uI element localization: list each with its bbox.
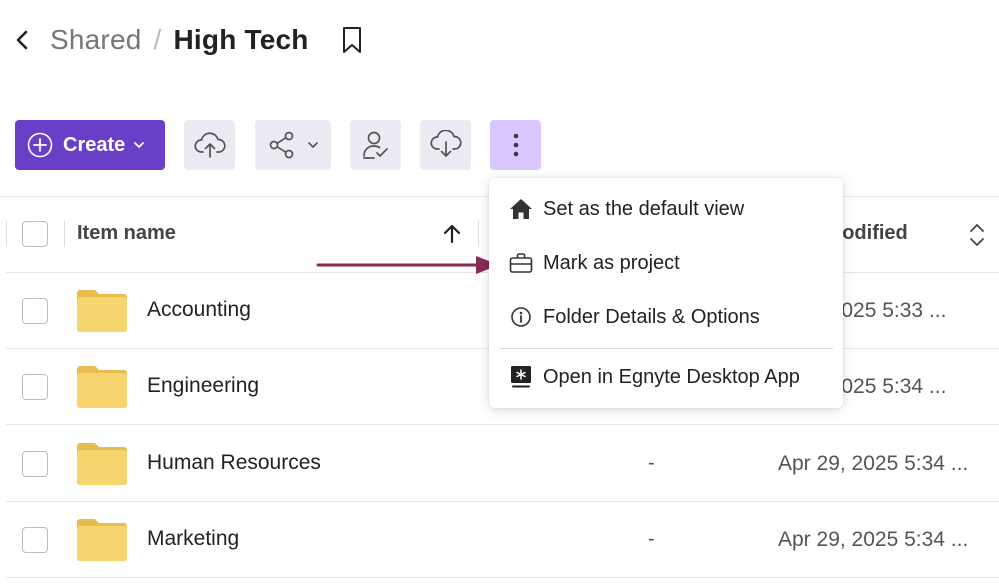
chevron-left-icon xyxy=(16,30,28,50)
sort-ascending-button[interactable] xyxy=(440,222,464,246)
breadcrumb-separator: / xyxy=(153,24,162,55)
folder-icon xyxy=(77,366,127,408)
more-options-button[interactable] xyxy=(490,120,541,170)
folder-icon xyxy=(77,443,127,485)
item-size: - xyxy=(648,452,655,474)
download-button[interactable] xyxy=(420,120,471,170)
modified-date: Apr 29, 2025 5:34 ... xyxy=(778,528,969,551)
more-options-menu: Set as the default view Mark as project … xyxy=(489,178,843,408)
item-name[interactable]: Human Resources xyxy=(147,451,321,475)
menu-item-label: Open in Egnyte Desktop App xyxy=(543,365,800,388)
upload-icon xyxy=(193,132,226,158)
modified-date: Apr 29, 2025 5:34 ... xyxy=(778,452,969,475)
menu-divider xyxy=(499,348,833,349)
menu-item-label: Mark as project xyxy=(543,251,680,274)
share-icon xyxy=(269,131,294,159)
upload-button[interactable] xyxy=(184,120,235,170)
row-divider xyxy=(6,501,999,502)
item-name[interactable]: Marketing xyxy=(147,527,239,551)
menu-item-mark-as-project[interactable]: Mark as project xyxy=(489,239,843,287)
back-button[interactable] xyxy=(12,26,32,54)
bookmark-button[interactable] xyxy=(340,25,364,55)
select-all-checkbox[interactable] xyxy=(22,221,48,247)
home-icon xyxy=(509,197,533,221)
arrow-up-icon xyxy=(443,224,461,244)
create-button-label: Create xyxy=(63,133,126,156)
info-icon xyxy=(509,305,533,329)
menu-item-label: Set as the default view xyxy=(543,197,745,220)
item-name[interactable]: Engineering xyxy=(147,374,259,398)
breadcrumb-parent[interactable]: Shared xyxy=(50,24,142,56)
item-size: - xyxy=(648,528,655,550)
row-divider xyxy=(6,577,999,578)
briefcase-icon xyxy=(509,251,533,275)
row-checkbox[interactable] xyxy=(22,298,48,324)
annotation-arrow xyxy=(316,256,499,274)
sort-icon xyxy=(970,224,984,246)
plus-circle-icon xyxy=(27,132,53,158)
page-title: High Tech xyxy=(173,24,309,55)
egnyte-desktop-icon xyxy=(509,365,533,389)
row-checkbox[interactable] xyxy=(22,374,48,400)
folder-icon xyxy=(77,519,127,561)
sort-toggle-button[interactable] xyxy=(966,221,988,249)
column-header-item-name[interactable]: Item name xyxy=(77,222,176,245)
bookmark-icon xyxy=(343,27,361,53)
menu-item-folder-details[interactable]: Folder Details & Options xyxy=(489,293,843,341)
share-button[interactable] xyxy=(255,120,331,170)
row-checkbox[interactable] xyxy=(22,451,48,477)
breadcrumb: Shared / High Tech xyxy=(50,22,309,58)
row-checkbox[interactable] xyxy=(22,527,48,553)
folder-icon xyxy=(77,290,127,332)
row-divider xyxy=(6,424,999,425)
menu-item-set-default-view[interactable]: Set as the default view xyxy=(489,185,843,233)
download-icon xyxy=(429,130,462,157)
menu-item-label: Folder Details & Options xyxy=(543,305,760,328)
menu-item-open-desktop-app[interactable]: Open in Egnyte Desktop App xyxy=(489,353,843,401)
column-separator xyxy=(478,221,479,247)
column-separator xyxy=(64,221,65,247)
chevron-down-icon xyxy=(308,142,318,148)
more-icon xyxy=(513,133,518,157)
permissions-button[interactable] xyxy=(350,120,401,170)
chevron-down-icon xyxy=(134,142,145,148)
item-name[interactable]: Accounting xyxy=(147,298,251,322)
create-button[interactable]: Create xyxy=(15,120,165,170)
user-permissions-icon xyxy=(362,131,388,159)
column-separator xyxy=(6,221,7,247)
